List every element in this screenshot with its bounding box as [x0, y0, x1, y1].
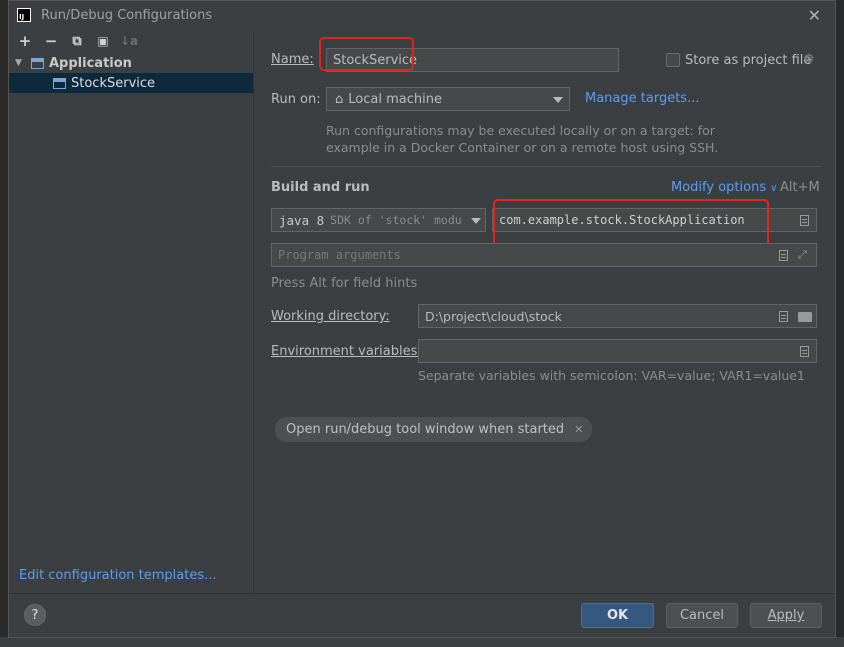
help-button[interactable]: ? [24, 604, 46, 626]
manage-targets-link[interactable]: Manage targets... [585, 91, 699, 106]
configurations-tree-panel: + − ⧉ ▣ ↓a ▼ Application StockService Ed… [9, 29, 254, 595]
cancel-button[interactable]: Cancel [666, 603, 738, 628]
home-icon: ⌂ [335, 91, 344, 107]
configuration-form: Name: StockService Store as project file… [255, 29, 835, 595]
working-directory-input[interactable]: D:\project\cloud\stock [418, 304, 817, 328]
dialog-title: Run/Debug Configurations [41, 7, 213, 23]
background-status-bar [0, 637, 844, 647]
tree-group-application[interactable]: ▼ Application [9, 53, 253, 73]
store-as-project-file-label: Store as project file [685, 53, 812, 68]
modify-options-label: Modify options [671, 180, 767, 195]
insert-macro-icon[interactable] [779, 250, 788, 261]
chevron-down-icon[interactable] [553, 97, 563, 103]
intellij-logo-icon: IJ [17, 8, 31, 22]
main-class-input[interactable]: com.example.stock.StockApplication [492, 208, 817, 232]
chevron-down-icon: ∨ [770, 183, 778, 194]
open-tool-window-label: Open run/debug tool window when started [286, 422, 565, 437]
add-configuration-icon[interactable]: + [15, 31, 35, 51]
environment-variables-hint: Separate variables with semicolon: VAR=v… [418, 368, 805, 383]
run-debug-dialog: IJ Run/Debug Configurations ✕ + − ⧉ ▣ ↓a… [8, 0, 836, 638]
field-hint-text: Press Alt for field hints [271, 276, 418, 291]
open-tool-window-option[interactable]: Open run/debug tool window when started … [275, 417, 593, 442]
insert-macro-icon[interactable] [779, 311, 788, 322]
jdk-select[interactable]: java 8 SDK of 'stock' modu [271, 208, 486, 232]
working-directory-label: Working directory: [271, 309, 390, 324]
gear-icon[interactable]: ⚙ [803, 52, 815, 67]
title-bar: IJ Run/Debug Configurations ✕ [9, 1, 835, 29]
close-icon[interactable]: ✕ [808, 6, 821, 25]
move-to-folder-icon[interactable]: ▣ [93, 31, 113, 51]
application-icon [53, 77, 66, 89]
modify-options-link[interactable]: Modify options ∨ [671, 180, 777, 195]
run-on-hint-line-1: Run configurations may be executed local… [326, 123, 715, 138]
remove-option-icon[interactable]: ✕ [574, 423, 583, 436]
name-input[interactable]: StockService [326, 48, 619, 72]
modify-options-shortcut: Alt+M [780, 180, 820, 195]
run-on-select[interactable]: ⌂ Local machine [326, 87, 570, 111]
divider [271, 166, 821, 167]
copy-configuration-icon[interactable]: ⧉ [67, 31, 87, 51]
dialog-footer: ? OK Cancel Apply [9, 593, 835, 637]
jdk-version: java 8 [279, 212, 325, 228]
chevron-down-icon[interactable]: ▼ [15, 58, 29, 68]
edit-templates-link[interactable]: Edit configuration templates... [19, 568, 217, 583]
environment-variables-label: Environment variables: [271, 344, 422, 359]
run-on-label: Run on: [271, 92, 321, 107]
tree-toolbar: + − ⧉ ▣ ↓a [9, 29, 253, 53]
background-ide-right [836, 0, 844, 647]
background-ide-left [0, 0, 8, 647]
store-as-project-file-checkbox[interactable] [666, 53, 680, 67]
folder-icon[interactable] [798, 312, 812, 322]
sort-icon[interactable]: ↓a [119, 31, 139, 51]
environment-variables-input[interactable] [418, 339, 817, 363]
run-on-value: Local machine [348, 91, 442, 107]
name-label: Name: [271, 52, 314, 67]
program-arguments-input[interactable]: Program arguments [271, 243, 817, 267]
application-icon [31, 57, 44, 69]
apply-button[interactable]: Apply [750, 603, 822, 628]
build-and-run-heading: Build and run [271, 180, 370, 195]
chevron-down-icon[interactable] [471, 218, 481, 224]
browse-icon[interactable] [800, 215, 809, 226]
jdk-detail: SDK of 'stock' modu [330, 213, 462, 227]
run-on-hint-line-2: example in a Docker Container or on a re… [326, 140, 719, 155]
remove-configuration-icon[interactable]: − [41, 31, 61, 51]
tree-group-label: Application [49, 55, 132, 71]
edit-env-icon[interactable] [800, 346, 809, 357]
ok-button[interactable]: OK [581, 603, 654, 628]
tree-item-label: StockService [71, 75, 156, 91]
tree-item-stockservice[interactable]: StockService [9, 73, 253, 93]
expand-icon[interactable]: ⤢ [798, 248, 807, 262]
